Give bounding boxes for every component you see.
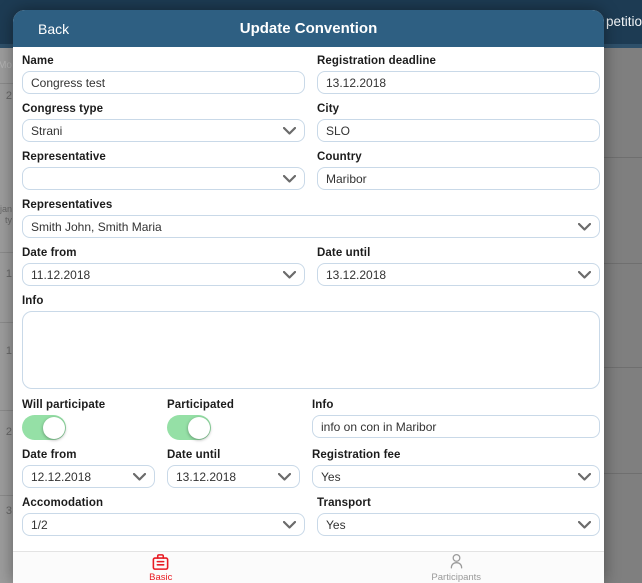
field-registration-fee: Registration fee Yes xyxy=(312,449,600,488)
info-textarea[interactable] xyxy=(22,311,600,389)
info-label: Info xyxy=(22,295,44,307)
tab-participants[interactable]: Participants xyxy=(309,552,605,583)
field-info: Info xyxy=(22,295,600,389)
city-input[interactable] xyxy=(317,119,600,142)
back-button[interactable]: Back xyxy=(38,10,69,47)
chevron-down-icon xyxy=(578,520,591,529)
field-date-until: Date until 13.12.2018 xyxy=(317,247,600,286)
form-body: Name Registration deadline Congress type… xyxy=(13,47,604,551)
will-participate-toggle[interactable] xyxy=(22,415,66,440)
field-representative: Representative xyxy=(22,151,305,190)
chevron-down-icon xyxy=(278,472,291,481)
page-title: Update Convention xyxy=(239,20,378,37)
registration-deadline-input[interactable] xyxy=(317,71,600,94)
date-until-label: Date until xyxy=(317,247,371,259)
background-right-strip xyxy=(604,48,642,583)
chevron-down-icon xyxy=(578,222,591,231)
background-left-strip: Mo 2 jan ty 1 1 2 3 xyxy=(0,48,13,583)
background-title-fragment: petition xyxy=(606,14,642,29)
transport-label: Transport xyxy=(317,497,371,509)
transport-select[interactable]: Yes xyxy=(317,513,600,536)
field-congress-type: Congress type Strani xyxy=(22,103,305,142)
representative-label: Representative xyxy=(22,151,106,163)
date-from-label: Date from xyxy=(22,247,77,259)
participation-info-input[interactable] xyxy=(312,415,600,438)
chevron-down-icon xyxy=(578,472,591,481)
background-text-fragment: ty xyxy=(4,215,12,225)
field-participation-info: Info xyxy=(312,399,600,440)
registration-fee-select[interactable]: Yes xyxy=(312,465,600,488)
field-will-participate: Will participate xyxy=(22,399,155,440)
registration-fee-label: Registration fee xyxy=(312,449,401,461)
chevron-down-icon xyxy=(133,472,146,481)
field-date-from: Date from 11.12.2018 xyxy=(22,247,305,286)
chevron-down-icon xyxy=(578,270,591,279)
briefcase-icon xyxy=(152,553,169,570)
screen: petition Mo 2 jan ty 1 1 2 3 Back Update… xyxy=(0,0,642,583)
field-participated: Participated xyxy=(167,399,300,440)
country-label: Country xyxy=(317,151,362,163)
toggle-knob xyxy=(42,416,65,439)
field-country: Country xyxy=(317,151,600,190)
field-name: Name xyxy=(22,55,305,94)
chevron-down-icon xyxy=(283,174,296,183)
tab-basic[interactable]: Basic xyxy=(13,552,309,583)
country-input[interactable] xyxy=(317,167,600,190)
update-convention-modal: Back Update Convention Name Registration… xyxy=(13,10,604,583)
background-text-fragment: 2 xyxy=(5,426,12,438)
name-label: Name xyxy=(22,55,54,67)
participation-date-until-select[interactable]: 13.12.2018 xyxy=(167,465,300,488)
tab-participants-label: Participants xyxy=(431,572,482,583)
representatives-select[interactable]: Smith John, Smith Maria xyxy=(22,215,600,238)
bottom-tab-bar: Basic Participants xyxy=(13,551,604,583)
will-participate-label: Will participate xyxy=(22,399,106,411)
background-text-fragment: 3 xyxy=(5,505,12,517)
background-text-fragment: jan xyxy=(0,204,12,214)
field-transport: Transport Yes xyxy=(317,497,600,536)
field-representatives: Representatives Smith John, Smith Maria xyxy=(22,199,600,238)
background-text-fragment: 2 xyxy=(5,90,12,102)
city-label: City xyxy=(317,103,340,115)
representatives-label: Representatives xyxy=(22,199,113,211)
background-text-fragment: 1 xyxy=(5,268,12,280)
chevron-down-icon xyxy=(283,126,296,135)
modal-header: Back Update Convention xyxy=(13,10,604,47)
participated-label: Participated xyxy=(167,399,235,411)
field-participation-date-until: Date until 13.12.2018 xyxy=(167,449,300,488)
field-participation-date-from: Date from 12.12.2018 xyxy=(22,449,155,488)
field-registration-deadline: Registration deadline xyxy=(317,55,600,94)
chevron-down-icon xyxy=(283,270,296,279)
date-until-select[interactable]: 13.12.2018 xyxy=(317,263,600,286)
background-text-fragment: Mo xyxy=(0,60,12,71)
field-accomodation: Accomodation 1/2 xyxy=(22,497,305,536)
participation-info-label: Info xyxy=(312,399,334,411)
registration-deadline-label: Registration deadline xyxy=(317,55,437,67)
accomodation-select[interactable]: 1/2 xyxy=(22,513,305,536)
participation-date-from-label: Date from xyxy=(22,449,77,461)
background-text-fragment: 1 xyxy=(5,345,12,357)
name-input[interactable] xyxy=(22,71,305,94)
date-from-select[interactable]: 11.12.2018 xyxy=(22,263,305,286)
tab-basic-label: Basic xyxy=(149,571,173,583)
participation-date-from-select[interactable]: 12.12.2018 xyxy=(22,465,155,488)
toggle-knob xyxy=(187,416,210,439)
congress-type-label: Congress type xyxy=(22,103,104,115)
chevron-down-icon xyxy=(283,520,296,529)
participated-toggle[interactable] xyxy=(167,415,211,440)
representative-select[interactable] xyxy=(22,167,305,190)
congress-type-select[interactable]: Strani xyxy=(22,119,305,142)
field-city: City xyxy=(317,103,600,142)
participation-date-until-label: Date until xyxy=(167,449,221,461)
accomodation-label: Accomodation xyxy=(22,497,104,509)
person-icon xyxy=(450,553,463,569)
